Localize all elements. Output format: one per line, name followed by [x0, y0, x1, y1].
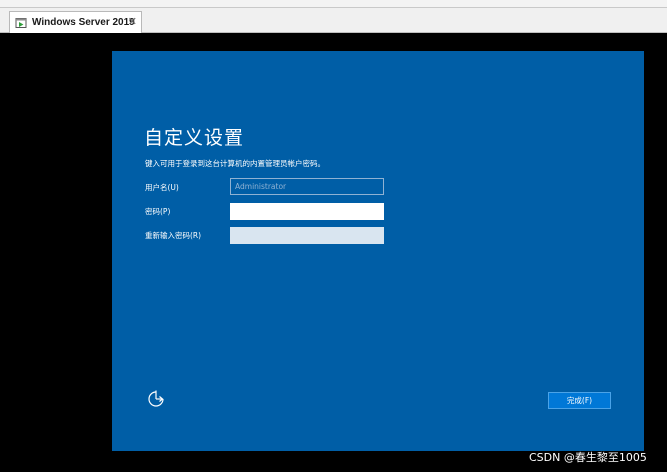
ease-of-access-icon[interactable] — [146, 389, 166, 409]
setup-panel: 自定义设置 键入可用于登录到这台计算机的内置管理员帐户密码。 用户名(U) 密码… — [112, 51, 644, 451]
page-title: 自定义设置 — [144, 127, 245, 149]
reenter-password-label: 重新输入密码(R) — [145, 231, 202, 240]
username-field[interactable] — [230, 178, 384, 195]
reenter-password-field[interactable] — [230, 227, 384, 244]
finish-button[interactable]: 完成(F) — [548, 392, 611, 409]
close-icon[interactable]: ✕ — [128, 15, 137, 29]
vm-toolbar — [0, 0, 667, 8]
password-label: 密码(P) — [145, 207, 171, 216]
username-label: 用户名(U) — [145, 183, 179, 192]
vm-running-icon — [15, 17, 27, 29]
setup-instruction: 键入可用于登录到这台计算机的内置管理员帐户密码。 — [145, 159, 325, 168]
vm-tab-title: Windows Server 2019 — [32, 17, 135, 28]
tab-strip: Windows Server 2019 ✕ — [0, 8, 667, 33]
vm-tab[interactable]: Windows Server 2019 ✕ — [9, 11, 142, 33]
password-field[interactable] — [230, 203, 384, 220]
watermark-text: CSDN @春生黎至1005 — [529, 451, 647, 464]
